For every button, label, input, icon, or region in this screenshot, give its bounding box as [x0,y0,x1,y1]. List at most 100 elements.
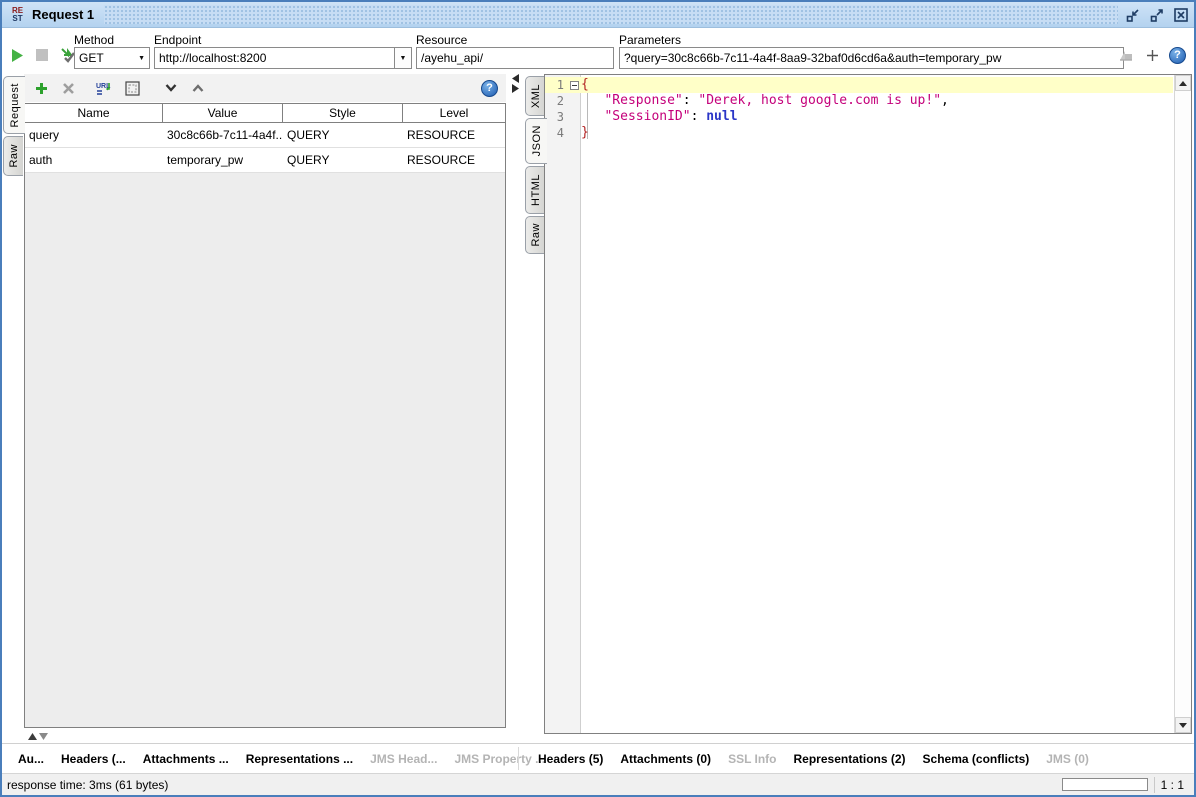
json-token: "Derek, host google.com is up!" [698,93,941,108]
toolbar-right-icons: ? [1117,46,1186,64]
splitter-arrows [512,74,519,93]
tab-auth[interactable]: Au... [18,752,44,766]
maximize-window-icon[interactable] [1148,6,1166,24]
rest-icon-line2: ST [12,15,22,23]
tab-response-xml[interactable]: XML [525,76,545,116]
code-lines: 1 { 2 "Response": "Derek, host google.co… [545,77,1173,141]
bottom-tabs-separator [518,747,519,770]
method-label: Method [74,33,114,47]
method-select[interactable]: GET ▼ [74,47,150,69]
tab-response-json[interactable]: JSON [525,118,547,164]
update-params-from-url-icon[interactable]: URL [96,79,114,97]
line-number: 2 [545,93,567,109]
column-header-name[interactable]: Name [25,104,163,122]
json-token: "SessionID" [581,109,691,124]
json-token: "Response" [581,93,683,108]
tab-response-raw[interactable]: Raw [525,216,545,254]
add-param-button[interactable] [32,79,50,97]
tab-response-raw-label: Raw [530,223,542,247]
fold-toggle-icon[interactable] [570,81,579,90]
json-response-editor[interactable]: 1 { 2 "Response": "Derek, host google.co… [545,75,1191,733]
progress-indicator [1062,778,1148,791]
param-level-cell[interactable]: RESOURCE [403,148,505,172]
scroll-down-icon[interactable] [1175,717,1191,733]
param-level-cell[interactable]: RESOURCE [403,123,505,147]
run-controls [8,46,76,64]
tab-request-raw[interactable]: Raw [3,136,23,176]
submit-request-button[interactable] [8,46,26,64]
endpoint-dropdown-button[interactable]: ▼ [394,47,412,69]
vertical-scrollbar[interactable] [1174,75,1191,733]
close-window-icon[interactable] [1172,6,1190,24]
line-number-gutter [545,75,581,733]
unfloat-window-icon[interactable] [1124,6,1142,24]
collapse-up-icon[interactable] [28,733,37,740]
parameters-input[interactable]: ?query=30c8c66b-7c11-4a4f-8aa9-32baf0d6c… [619,47,1124,69]
request-panel: Request Raw URL [2,72,508,743]
code-line[interactable]: 3 "SessionID": null [545,109,1173,125]
move-param-down-button[interactable] [162,79,180,97]
json-token: : [683,93,699,108]
move-param-up-button[interactable] [189,79,207,97]
table-row[interactable]: auth temporary_pw QUERY RESOURCE [25,148,505,173]
column-header-value[interactable]: Value [163,104,283,122]
tab-response-representations[interactable]: Representations (2) [794,752,906,766]
request-toolbar: Method GET ▼ Endpoint http://localhost:8… [2,28,1194,72]
panel-collapse-arrows [28,730,48,742]
param-style-cell[interactable]: QUERY [283,123,403,147]
tab-response-attachments[interactable]: Attachments (0) [620,752,711,766]
collapse-down-icon[interactable] [39,733,48,740]
json-token: , [941,93,949,108]
tab-response-headers[interactable]: Headers (5) [538,752,603,766]
json-token: } [581,125,589,140]
param-name-cell[interactable]: auth [25,148,163,172]
tab-response-json-label: JSON [531,125,543,156]
response-time-status: response time: 3ms (61 bytes) [7,778,168,792]
param-style-cell[interactable]: QUERY [283,148,403,172]
resource-value: /ayehu_api/ [421,51,483,65]
resource-input[interactable]: /ayehu_api/ [416,47,614,69]
endpoint-input[interactable]: http://localhost:8200 [154,47,395,69]
select-box-icon[interactable] [123,79,141,97]
code-line[interactable]: 4 } [545,125,1173,141]
tab-schema-conflicts[interactable]: Schema (conflicts) [923,752,1030,766]
collapse-right-icon[interactable] [512,84,519,93]
column-header-style[interactable]: Style [283,104,403,122]
tab-response-html[interactable]: HTML [525,166,545,214]
delete-param-button[interactable] [59,79,77,97]
tab-request-attachments[interactable]: Attachments ... [143,752,229,766]
tab-request-representations[interactable]: Representations ... [246,752,353,766]
help-icon[interactable]: ? [1169,47,1186,64]
line-number: 1 [545,77,567,93]
tab-request[interactable]: Request [3,76,25,134]
param-name-cell[interactable]: query [25,123,163,147]
collapse-left-icon[interactable] [512,74,519,83]
window-titlebar[interactable]: RE ST Request 1 [2,2,1194,28]
cancel-request-button[interactable] [33,46,51,64]
response-panel: XML JSON HTML Raw 1 [524,72,1194,743]
window-title: Request 1 [32,7,94,22]
params-toolbar: URL ? [24,74,506,102]
response-bottom-tabs: Headers (5) Attachments (0) SSL Info Rep… [538,744,1089,774]
panel-splitter[interactable] [508,72,524,743]
param-value-cell[interactable]: temporary_pw [163,148,283,172]
params-help-icon[interactable]: ? [481,80,498,97]
table-row[interactable]: query 30c8c66b-7c11-4a4f... QUERY RESOUR… [25,123,505,148]
tab-jms-property: JMS Property ... [454,752,545,766]
code-line[interactable]: 1 { [545,77,1173,93]
status-bar: response time: 3ms (61 bytes) 1 : 1 [2,773,1194,795]
titlebar-pattern [104,5,1118,24]
tab-request-headers[interactable]: Headers (... [61,752,126,766]
tab-jms-headers: JMS Head... [370,752,437,766]
endpoint-value: http://localhost:8200 [159,51,266,65]
column-header-level[interactable]: Level [403,104,505,122]
endpoint-label: Endpoint [154,33,201,47]
add-parameter-icon[interactable] [1143,46,1161,64]
revert-parameters-icon[interactable] [1117,46,1135,64]
response-editor-frame: 1 { 2 "Response": "Derek, host google.co… [544,74,1192,734]
status-separator [1154,777,1155,793]
code-line[interactable]: 2 "Response": "Derek, host google.com is… [545,93,1173,109]
line-number: 3 [545,109,567,125]
scroll-up-icon[interactable] [1175,75,1191,91]
param-value-cell[interactable]: 30c8c66b-7c11-4a4f... [163,123,283,147]
